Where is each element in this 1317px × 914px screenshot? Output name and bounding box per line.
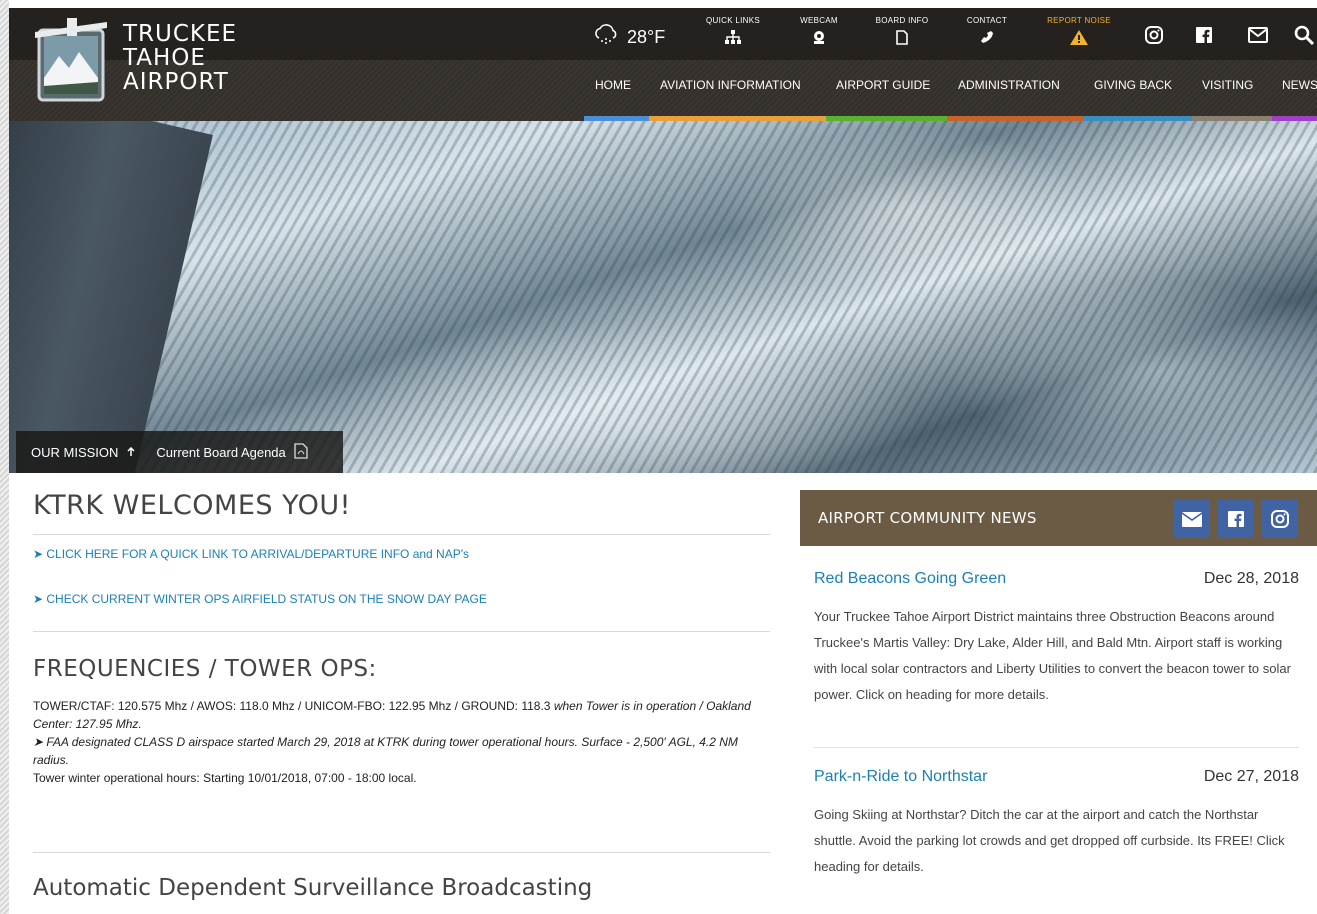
airport-logo[interactable] — [33, 16, 109, 102]
divider — [33, 631, 770, 632]
nav-news[interactable]: NEWS — [1282, 78, 1317, 92]
our-mission-link[interactable]: OUR MISSION — [31, 445, 136, 460]
site-header: TRUCKEE TAHOE AIRPORT 28°F QUICK LINKS W… — [9, 8, 1317, 121]
board-info-button[interactable]: BOARD INFO — [870, 16, 934, 47]
temperature: 28°F — [627, 27, 666, 47]
nav-airport-guide[interactable]: AIRPORT GUIDE — [836, 78, 930, 92]
board-agenda-link[interactable]: Current Board Agenda — [156, 442, 308, 462]
nav-visiting[interactable]: VISITING — [1202, 78, 1253, 92]
news-header-title: AIRPORT COMMUNITY NEWS — [818, 509, 1037, 527]
news-divider — [814, 747, 1299, 748]
weather-widget[interactable]: 28°F — [593, 24, 665, 51]
webcam-button[interactable]: WEBCAM — [791, 16, 847, 46]
site-title-line3: AIRPORT — [123, 69, 229, 95]
freq-line-1: TOWER/CTAF: 120.575 Mhz / AWOS: 118.0 Mh… — [33, 699, 551, 713]
news-facebook-icon[interactable] — [1217, 500, 1254, 538]
report-noise-label: REPORT NOISE — [1047, 16, 1111, 25]
nav-giving-back[interactable]: GIVING BACK — [1094, 78, 1172, 92]
facebook-icon[interactable] — [1191, 22, 1217, 48]
winter-ops-link[interactable]: ➤ CHECK CURRENT WINTER OPS AIRFIELD STAT… — [33, 592, 487, 606]
hero-link-bar: OUR MISSION Current Board Agenda — [16, 431, 343, 473]
news-post-date: Dec 27, 2018 — [1203, 768, 1299, 785]
board-agenda-label: Current Board Agenda — [156, 444, 286, 460]
mail-icon[interactable] — [1245, 22, 1271, 48]
webcam-label: WEBCAM — [800, 16, 838, 25]
news-post-body: Your Truckee Tahoe Airport District main… — [814, 609, 1291, 702]
news-post-date: Dec 28, 2018 — [1203, 570, 1299, 587]
sitemap-icon — [701, 30, 765, 46]
instagram-icon[interactable] — [1141, 22, 1167, 48]
news-post-title[interactable]: Park-n-Ride to Northstar — [814, 768, 987, 786]
contact-label: CONTACT — [966, 16, 1008, 25]
news-mail-icon[interactable] — [1173, 500, 1210, 538]
our-mission-label: OUR MISSION — [31, 444, 119, 460]
news-header: AIRPORT COMMUNITY NEWS — [800, 490, 1317, 546]
document-icon — [870, 30, 934, 47]
site-title-line1: TRUCKEE — [123, 21, 238, 47]
frequencies-heading: FREQUENCIES / TOWER OPS: — [33, 656, 377, 682]
report-noise-button[interactable]: REPORT NOISE — [1040, 16, 1118, 47]
snow-cloud-icon — [593, 24, 619, 51]
hero-image: OUR MISSION Current Board Agenda — [9, 121, 1317, 473]
arrow-up-icon — [126, 445, 136, 460]
divider — [33, 534, 770, 535]
nav-home[interactable]: HOME — [595, 78, 631, 92]
phone-icon — [959, 30, 1015, 46]
quick-links-label: QUICK LINKS — [706, 16, 760, 25]
contact-button[interactable]: CONTACT — [959, 16, 1015, 46]
quick-links-button[interactable]: QUICK LINKS — [701, 16, 765, 46]
pdf-icon — [294, 442, 308, 462]
welcome-heading: KTRK WELCOMES YOU! — [33, 490, 351, 521]
warning-icon — [1040, 30, 1118, 47]
news-instagram-icon[interactable] — [1261, 500, 1298, 538]
board-info-label: BOARD INFO — [875, 16, 929, 25]
arrival-departure-link[interactable]: ➤ CLICK HERE FOR A QUICK LINK TO ARRIVAL… — [33, 547, 469, 561]
site-title-line2: TAHOE — [123, 45, 206, 71]
site-title[interactable]: TRUCKEE TAHOE AIRPORT — [123, 22, 237, 94]
freq-class-d-note: ➤ FAA designated CLASS D airspace starte… — [33, 735, 738, 767]
news-post-title[interactable]: Red Beacons Going Green — [814, 570, 1006, 588]
nav-aviation-information[interactable]: AVIATION INFORMATION — [660, 78, 801, 92]
page-side-border — [0, 0, 9, 914]
divider — [33, 852, 770, 853]
search-icon[interactable] — [1291, 22, 1317, 48]
nav-administration[interactable]: ADMINISTRATION — [958, 78, 1060, 92]
news-post-body: Going Skiing at Northstar? Ditch the car… — [814, 807, 1285, 874]
community-news-panel: AIRPORT COMMUNITY NEWS Red Beacons Going… — [800, 490, 1317, 914]
frequencies-text: TOWER/CTAF: 120.575 Mhz / AWOS: 118.0 Mh… — [33, 697, 773, 787]
freq-tower-hours: Tower winter operational hours: Starting… — [33, 771, 417, 785]
webcam-icon — [791, 30, 847, 46]
adsb-heading: Automatic Dependent Surveillance Broadca… — [33, 875, 593, 901]
